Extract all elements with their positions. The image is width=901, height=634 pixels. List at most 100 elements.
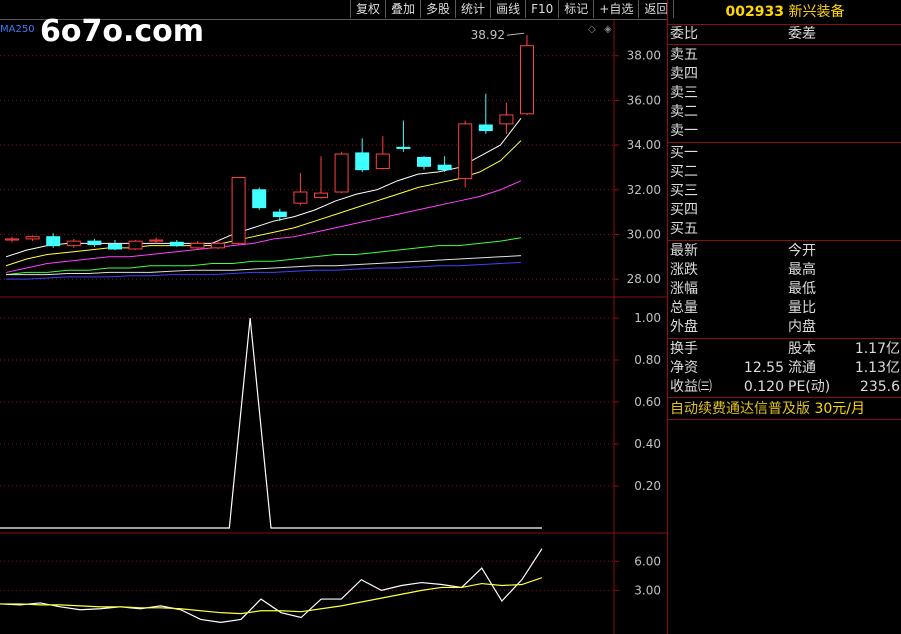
weibi-label: 委比 (670, 26, 698, 42)
candle-body (355, 152, 370, 171)
sell-level-3: 卖三 (670, 85, 698, 101)
net-assets-value: 12.55 (743, 360, 784, 376)
y-tick-label: 34.00 (627, 138, 661, 152)
candle-body (520, 45, 534, 115)
candle-body (25, 236, 40, 240)
open-label: 今开 (788, 243, 816, 259)
divider (668, 419, 901, 420)
candle-body (272, 211, 287, 218)
candle-body (149, 239, 164, 242)
share-capital-label: 股本 (788, 341, 816, 357)
candle-body (458, 123, 473, 180)
sell-level-2: 卖二 (670, 104, 698, 120)
weicha-label: 委差 (788, 26, 816, 42)
sell-level-4: 卖四 (670, 66, 698, 82)
ad-text: 自动续费通达信普及版 (670, 401, 810, 417)
float-value: 1.13亿 (854, 360, 900, 376)
candle-body (375, 153, 390, 170)
ma-line-4 (6, 255, 522, 276)
diamond-icon[interactable]: ◇ (588, 24, 596, 35)
oscillator-line-1 (0, 577, 543, 615)
overlay-button[interactable]: 叠加 (385, 0, 421, 18)
pe-label: PE(动) (788, 379, 831, 395)
buy-level-4: 买四 (670, 202, 698, 218)
draw-line-button[interactable]: 画线 (490, 0, 526, 18)
settings-diamond-icon[interactable]: ◈ (604, 24, 612, 35)
candle-body (231, 176, 246, 244)
buy-level-2: 买二 (670, 164, 698, 180)
buy-level-3: 买三 (670, 183, 698, 199)
buy-level-1: 买一 (670, 145, 698, 161)
fuquan-button[interactable]: 复权 (350, 0, 386, 18)
y-tick-label: 32.00 (627, 183, 661, 197)
share-capital-value: 1.17亿 (854, 341, 900, 357)
candle-body (334, 153, 349, 193)
candle-body (5, 238, 19, 241)
turnover-label: 换手 (670, 341, 698, 357)
y-tick-label: 38.00 (627, 49, 661, 63)
outer-label: 外盘 (670, 319, 698, 335)
high-label: 最高 (788, 262, 816, 278)
f10-button[interactable]: F10 (525, 0, 559, 18)
candle-body (190, 242, 205, 249)
candle-body (128, 240, 143, 250)
divider (668, 142, 901, 143)
stock-code: 002933 (725, 4, 784, 20)
toolbar: 复权 叠加 多股 统计 画线 F10 标记 +自选 返回 (350, 0, 675, 19)
change-pct-label: 涨幅 (670, 281, 698, 297)
multi-stock-button[interactable]: 多股 (420, 0, 456, 18)
chart-area[interactable]: 38.00 36.00 34.00 32.00 30.00 28.00 38.92 1.00 0… (0, 0, 667, 634)
stock-title: 002933 新兴装备 (668, 0, 901, 25)
renewal-ad[interactable]: 自动续费通达信普及版 30元/月 (670, 398, 865, 418)
candle-body (499, 114, 514, 125)
y-tick-label: 1.00 (634, 311, 661, 325)
watermark-logo: 6o7o.com (40, 14, 205, 49)
candle-body (108, 244, 122, 250)
y-tick-label: 36.00 (627, 93, 661, 107)
candle-body (87, 240, 102, 246)
divider (668, 44, 901, 45)
candle-body (417, 156, 431, 167)
quote-panel: 002933 新兴装备 委比 委差 卖五 卖四 卖三 卖二 卖一 买一 买二 买… (667, 0, 901, 634)
y-tick-label: 6.00 (634, 554, 661, 568)
y-tick-label: 30.00 (627, 227, 661, 241)
mark-button[interactable]: 标记 (558, 0, 594, 18)
eps-value: 0.120 (743, 379, 784, 395)
y-tick-label: 0.20 (634, 479, 661, 493)
volume-ratio-label: 量比 (788, 300, 816, 316)
ma-line-5 (6, 261, 522, 280)
change-label: 涨跌 (670, 262, 698, 278)
buy-level-5: 买五 (670, 221, 698, 237)
candle-body (66, 240, 81, 247)
net-assets-label: 净资 (670, 360, 698, 376)
statistics-button[interactable]: 统计 (455, 0, 491, 18)
add-watchlist-button[interactable]: +自选 (593, 0, 639, 18)
inner-label: 内盘 (788, 319, 816, 335)
eps-label: 收益㈢ (670, 379, 712, 395)
candle-body (396, 146, 411, 149)
float-label: 流通 (788, 360, 816, 376)
volume-label: 总量 (670, 300, 698, 316)
stock-name: 新兴装备 (788, 4, 845, 20)
low-label: 最低 (788, 281, 816, 297)
candle-body (252, 189, 267, 209)
candle-body (314, 192, 328, 199)
candle-body (169, 241, 184, 247)
y-tick-label: 0.60 (634, 395, 661, 409)
y-tick-label: 3.00 (634, 583, 661, 597)
latest-label: 最新 (670, 243, 698, 259)
sell-level-1: 卖一 (670, 123, 698, 139)
ma-line-0 (5, 117, 522, 258)
sell-level-5: 卖五 (670, 47, 698, 63)
y-tick-label: 0.80 (634, 353, 661, 367)
y-tick-label: 0.40 (634, 437, 661, 451)
divider (668, 240, 901, 241)
candle-body (211, 242, 225, 249)
candle-body (478, 124, 493, 132)
divider (668, 338, 901, 339)
candle-body (293, 191, 308, 204)
indicator-line-0 (0, 317, 542, 529)
y-tick-label: 28.00 (627, 272, 661, 286)
high-annotation: 38.92 (471, 28, 505, 42)
pe-value: 235.6 (859, 379, 900, 395)
